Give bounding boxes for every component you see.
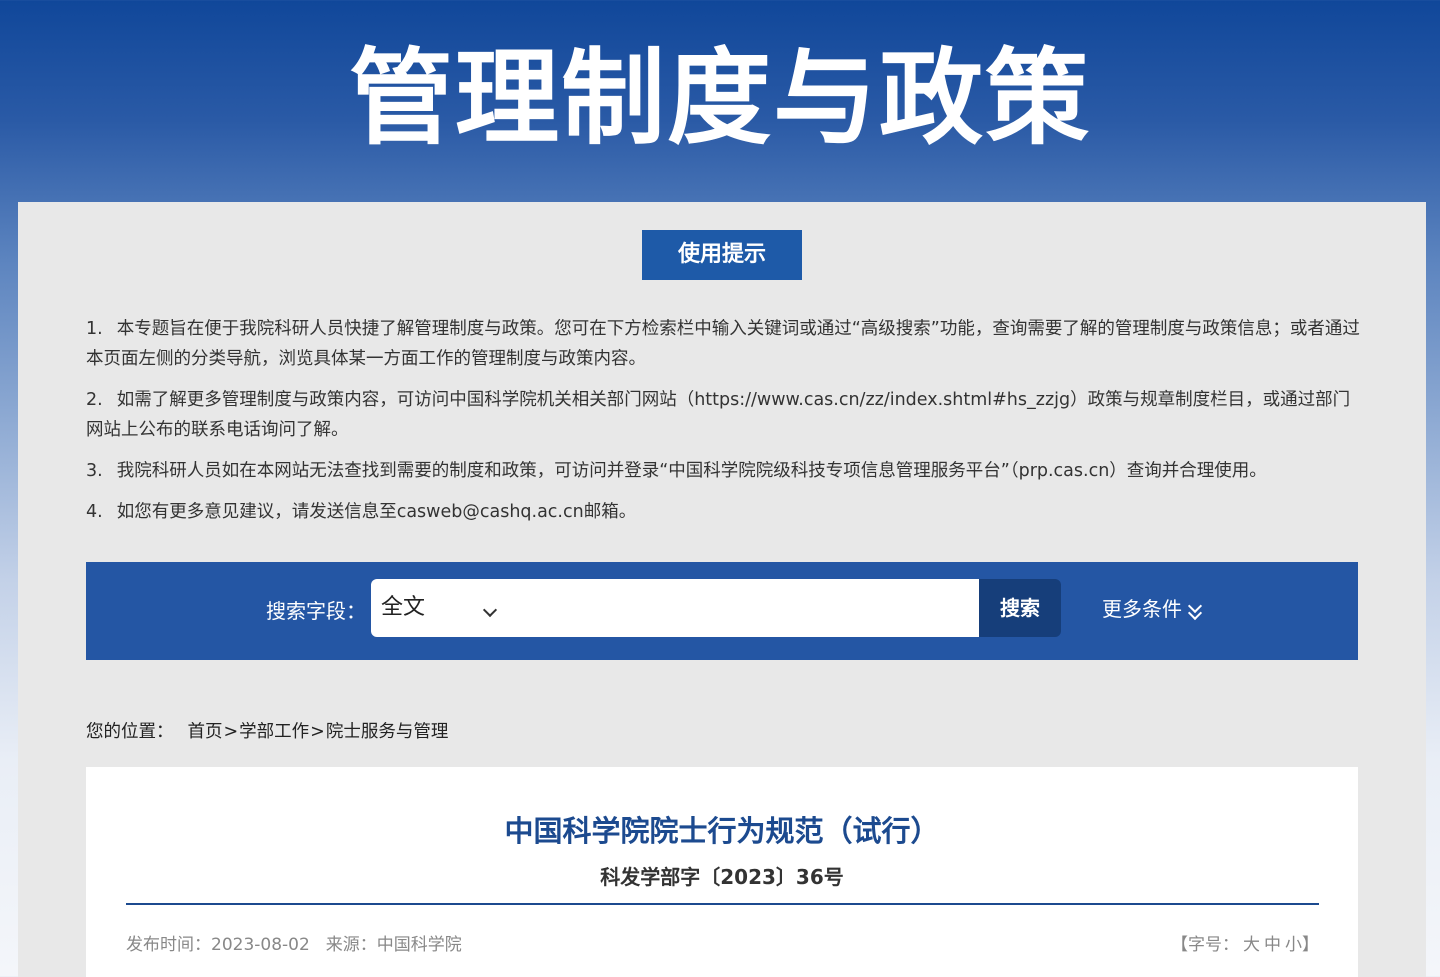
search-box: 全文 [371,579,981,637]
list-item-text: 我院科研人员如在本网站无法查找到需要的制度和政策，可访问并登录“中国科学院院级科… [116,461,1267,481]
usage-tips-button[interactable]: 使用提示 [642,230,802,280]
search-bar: 搜索字段： 全文 搜索 更多条件 [86,562,1358,660]
breadcrumb-separator: > [223,722,239,742]
search-field-value: 全文 [381,595,426,620]
list-item-text: 如您有更多意见建议，请发送信息至casweb@cashq.ac.cn邮箱。 [116,502,637,522]
search-field-label: 搜索字段： [266,599,366,623]
breadcrumb-lead: 您的位置： [86,722,174,742]
list-item-number: 4. [86,502,103,522]
search-button[interactable]: 搜索 [979,579,1061,637]
breadcrumb-item-current[interactable]: 院士服务与管理 [326,722,449,742]
list-item: 1. 本专题旨在便于我院科研人员快捷了解管理制度与政策。您可在下方检索栏中输入关键… [86,314,1366,374]
list-item-text: 如需了解更多管理制度与政策内容，可访问中国科学院机关相关部门网站（https:/… [86,390,1351,440]
main-panel: 使用提示 1. 本专题旨在便于我院科研人员快捷了解管理制度与政策。您可在下方检索栏… [18,202,1426,977]
article-card: 中国科学院院士行为规范（试行） 科发学部字〔2023〕36号 发布时间：2023… [86,767,1358,977]
list-item: 4. 如您有更多意见建议，请发送信息至casweb@cashq.ac.cn邮箱。 [86,497,1366,527]
source-label: 来源： [325,935,377,955]
article-doc-number: 科发学部字〔2023〕36号 [600,865,844,889]
breadcrumb-separator: > [310,722,325,742]
more-conditions-label: 更多条件 [1102,597,1182,621]
double-chevron-down-icon [1186,598,1204,621]
list-item-number: 3. [86,461,103,481]
more-conditions-button[interactable]: 更多条件 [1102,592,1204,626]
font-size-large-button[interactable]: 大 [1243,935,1260,955]
search-input[interactable] [511,588,975,630]
font-size-small-button[interactable]: 小 [1285,935,1302,955]
source-value: 中国科学院 [376,935,462,955]
list-item: 3. 我院科研人员如在本网站无法查找到需要的制度和政策，可访问并登录“中国科学院院… [86,456,1366,486]
list-item: 2. 如需了解更多管理制度与政策内容，可访问中国科学院机关相关部门网站（https… [86,385,1366,445]
font-size-label: 字号： [1188,935,1239,955]
list-item-number: 2. [86,390,103,410]
font-size-bracket-close: 】 [1302,935,1319,955]
page-banner: 管理制度与政策 [0,0,1440,202]
chevron-down-icon [482,602,498,618]
font-size-bracket-open: 【 [1171,935,1188,955]
publish-date: 2023-08-02 [211,935,310,955]
article-title: 中国科学院院士行为规范（试行） [504,814,940,848]
list-item-number: 1. [86,319,103,339]
breadcrumb-item-division[interactable]: 学部工作 [239,722,309,742]
font-size-switcher: 【字号：大中小】 [1171,932,1319,958]
search-field-select[interactable]: 全文 [381,591,501,625]
list-item-text: 本专题旨在便于我院科研人员快捷了解管理制度与政策。您可在下方检索栏中输入关键词或… [86,319,1360,369]
article-meta: 发布时间：2023-08-02 来源：中国科学院 [126,932,462,958]
font-size-medium-button[interactable]: 中 [1264,935,1281,955]
banner-title: 管理制度与政策 [348,37,1091,159]
publish-label: 发布时间： [126,935,211,955]
title-divider [126,903,1319,905]
breadcrumb-item-home[interactable]: 首页 [188,722,223,742]
breadcrumb: 您的位置： 首页>学部工作>院士服务与管理 [86,719,448,745]
usage-tips-list: 1. 本专题旨在便于我院科研人员快捷了解管理制度与政策。您可在下方检索栏中输入关键… [86,314,1366,538]
